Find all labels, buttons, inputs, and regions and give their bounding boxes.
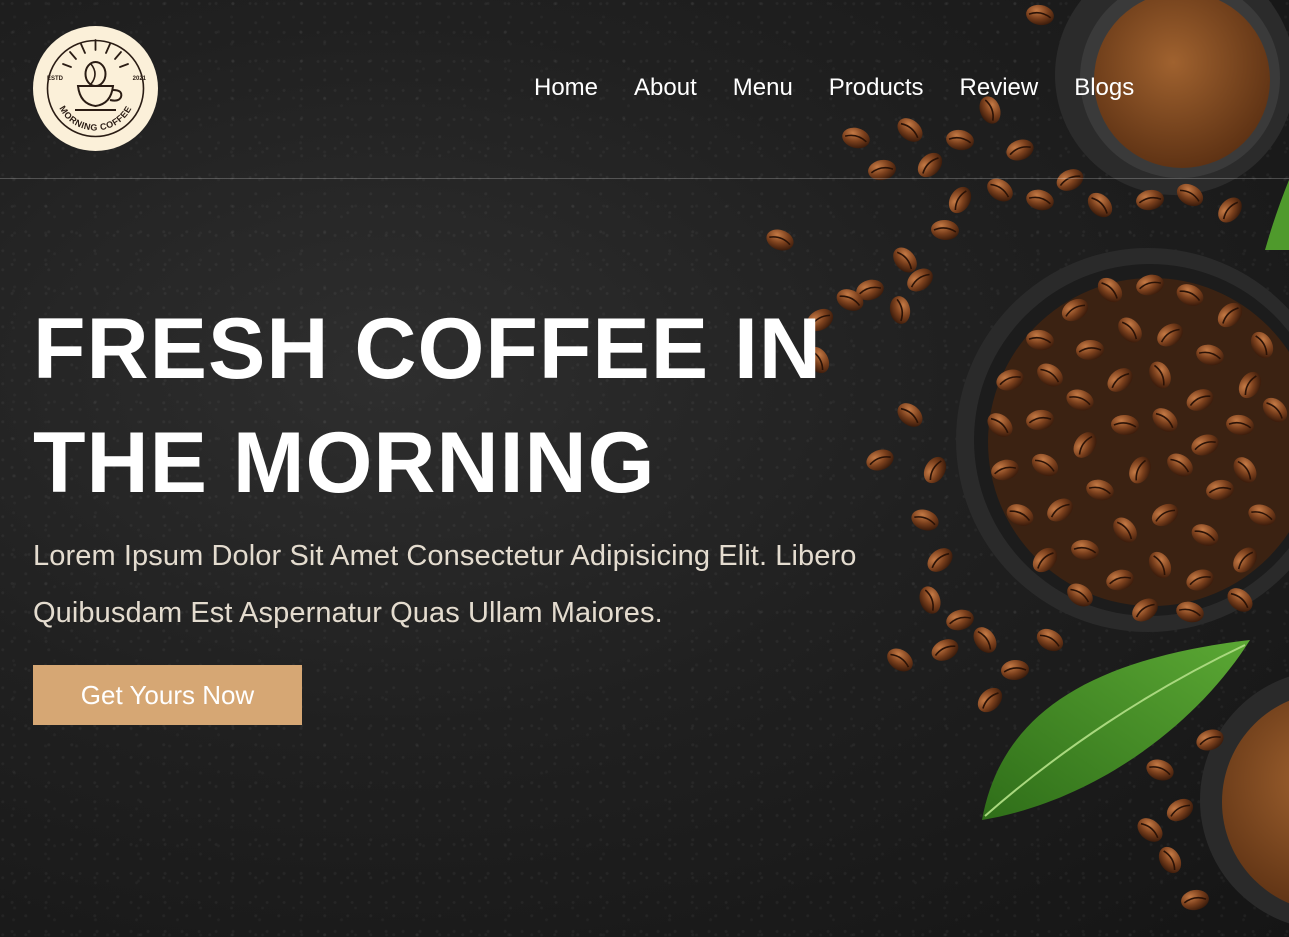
nav-item-home[interactable]: Home [534,72,598,104]
nav-item-blogs[interactable]: Blogs [1074,72,1134,104]
hero-description-line-1: Lorem Ipsum Dolor Sit Amet Consectetur A… [33,540,857,572]
hero-title-line-2: THE MORNING [33,415,656,511]
hero-description-line-2: Quibusdam Est Aspernatur Quas Ullam Maio… [33,597,663,629]
hero-title: FRESH COFFEE IN THE MORNING [33,292,853,520]
nav-item-menu[interactable]: Menu [733,72,793,104]
site-header: MORNING COFFEE ESTD 2021 Home About Menu… [0,0,1289,179]
hero-title-line-1: FRESH COFFEE IN [33,301,823,397]
brand-logo[interactable]: MORNING COFFEE ESTD 2021 [33,26,158,151]
main-nav: Home About Menu Products Review Blogs [534,72,1134,104]
hero-description: Lorem Ipsum Dolor Sit Amet Consectetur A… [33,528,913,642]
logo-year: 2021 [132,76,146,82]
coffee-cup-icon: MORNING COFFEE [46,39,145,138]
page: MORNING COFFEE ESTD 2021 Home About Menu… [0,0,1289,937]
nav-item-review[interactable]: Review [960,72,1039,104]
nav-item-about[interactable]: About [634,72,697,104]
get-yours-now-button[interactable]: Get Yours Now [33,665,302,725]
nav-item-products[interactable]: Products [829,72,924,104]
logo-estd-label: ESTD [47,76,64,82]
